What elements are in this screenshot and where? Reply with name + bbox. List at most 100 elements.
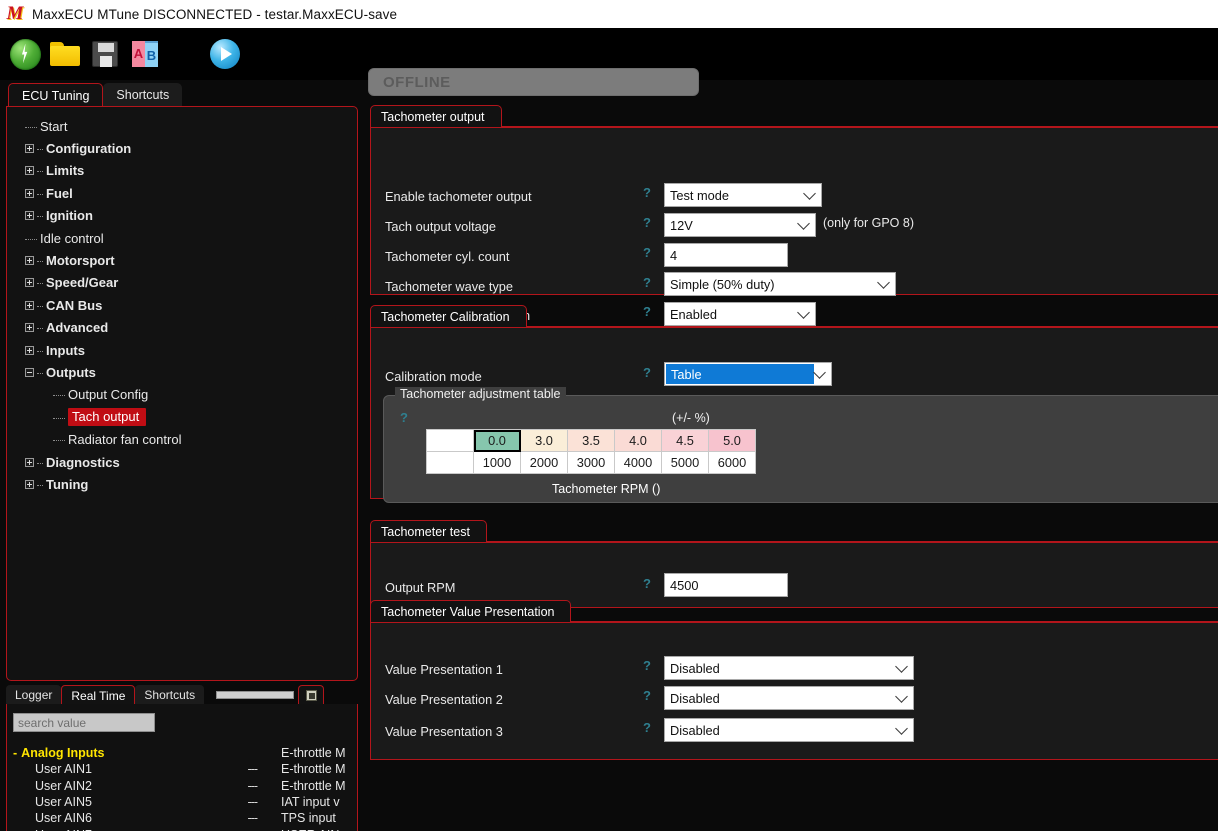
log-row[interactable]: User AIN6 --- (13, 810, 273, 826)
log-row-right[interactable]: IAT input v (281, 794, 357, 810)
real-time-value-list-right: E-throttle M E-throttle M E-throttle M IAT … (281, 745, 357, 831)
table-value-cell[interactable]: 3.0 (520, 429, 568, 452)
help-icon-tachometer-cyl-count[interactable]: ? (643, 245, 651, 260)
table-value-cell[interactable]: 0.0 (473, 429, 521, 452)
table-value-cell[interactable]: 4.0 (614, 429, 662, 452)
dock-tab-logger[interactable]: Logger (6, 685, 62, 705)
table-unit-label: (+/- %) (672, 411, 710, 425)
tree-item-speed-gear[interactable]: Speed/Gear (7, 272, 357, 294)
group-collapse-icon[interactable]: - (13, 746, 17, 760)
tree-connector (25, 238, 37, 240)
help-icon-tach-output-voltage[interactable]: ? (643, 215, 651, 230)
tree-item-inputs[interactable]: Inputs (7, 339, 357, 361)
tab-ecu-tuning[interactable]: ECU Tuning (8, 83, 104, 107)
input-output-rpm[interactable]: 4500 (664, 573, 788, 597)
table-value-cell[interactable]: 4.5 (661, 429, 709, 452)
help-icon-value-presentation-1[interactable]: ? (643, 658, 651, 673)
tree-expand-icon[interactable] (25, 211, 34, 221)
help-icon-tachometer-wave-type[interactable]: ? (643, 275, 651, 290)
tree-expand-icon[interactable] (25, 256, 34, 266)
field-label-tachometer-cyl-count: Tachometer cyl. count (385, 248, 510, 264)
save-file-button[interactable] (88, 37, 122, 71)
connect-ecu-button[interactable] (8, 37, 42, 71)
ab-compare-icon: A B (132, 41, 158, 67)
dock-tab-shortcuts[interactable]: Shortcuts (135, 685, 205, 705)
dock-slider[interactable] (216, 691, 295, 699)
log-row-right[interactable]: E-throttle M (281, 778, 357, 794)
table-rpm-cell[interactable]: 6000 (708, 451, 756, 474)
compare-button[interactable]: A B (128, 37, 162, 71)
tree-item-limits[interactable]: Limits (7, 160, 357, 182)
log-row-right[interactable]: TPS input (281, 810, 357, 826)
log-row-right[interactable]: E-throttle M (281, 761, 357, 777)
help-icon-enable-tachometer-output[interactable]: ? (643, 185, 651, 200)
maxxecu-m-logo-icon: M (6, 3, 24, 24)
tree-item-tuning[interactable]: Tuning (7, 473, 357, 495)
log-group-header[interactable]: - Analog Inputs (13, 745, 273, 761)
table-rpm-cell[interactable]: 3000 (567, 451, 615, 474)
tab-shortcuts[interactable]: Shortcuts (103, 83, 183, 107)
tree-expand-icon[interactable] (25, 144, 34, 154)
input-tachometer-cyl-count[interactable]: 4 (664, 243, 788, 267)
log-row-right[interactable]: USER AIN (281, 826, 357, 831)
tree-item-configuration[interactable]: Configuration (7, 137, 357, 159)
help-icon-adjustment-table[interactable]: ? (400, 410, 408, 425)
table-rpm-cell[interactable]: 1000 (473, 451, 521, 474)
dropdown-tachometer-wave-type[interactable]: Simple (50% duty) (664, 272, 896, 296)
tree-expand-icon[interactable] (25, 300, 34, 310)
log-row[interactable]: User AIN1 --- (13, 761, 273, 777)
dropdown-value-calibration-mode: Table (666, 364, 814, 384)
tree-expand-icon[interactable] (25, 345, 34, 355)
tree-item-idle-control[interactable]: Idle control (7, 227, 357, 249)
dropdown-calibration-mode[interactable]: Table (664, 362, 832, 386)
dock-tab-panel-icon[interactable] (298, 685, 325, 705)
tree-item-tach-output[interactable]: Tach output (7, 406, 357, 428)
tree-item-can-bus[interactable]: CAN Bus (7, 294, 357, 316)
help-icon-value-presentation-2[interactable]: ? (643, 688, 651, 703)
search-input[interactable] (13, 713, 155, 732)
tree-item-diagnostics[interactable]: Diagnostics (7, 451, 357, 473)
dropdown-enable-tachometer-output[interactable]: Test mode (664, 183, 822, 207)
table-value-cell[interactable]: 5.0 (708, 429, 756, 452)
tree-expand-icon[interactable] (25, 323, 34, 333)
tree-expand-icon[interactable] (25, 278, 34, 288)
tree-item-ignition[interactable]: Ignition (7, 205, 357, 227)
panel-body-tachometer-test: Output RPM ? 4500 (370, 541, 1218, 608)
tree-item-outputs[interactable]: Outputs (7, 361, 357, 383)
tree-item-label: Tuning (46, 476, 89, 492)
dock-tab-real-time[interactable]: Real Time (61, 685, 136, 705)
start-logging-button[interactable] (208, 37, 242, 71)
dropdown-value-presentation-2[interactable]: Disabled (664, 686, 914, 710)
tree-expand-icon[interactable] (25, 457, 34, 467)
tree-item-fuel[interactable]: Fuel (7, 182, 357, 204)
tree-expand-icon[interactable] (25, 479, 34, 489)
open-file-button[interactable] (48, 37, 82, 71)
log-row[interactable]: User AIN5 --- (13, 794, 273, 810)
tree-item-start[interactable]: Start (7, 115, 357, 137)
tree-connector (37, 149, 43, 151)
connection-status-text: OFFLINE (383, 73, 451, 91)
tree-collapse-icon[interactable] (25, 367, 34, 377)
tree-item-motorsport[interactable]: Motorsport (7, 249, 357, 271)
tree-item-output-config[interactable]: Output Config (7, 384, 357, 406)
tachometer-adjustment-table[interactable]: 0.0 3.0 3.5 4.0 4.5 5.0 1000 2000 3000 4000 5000 6… (426, 429, 756, 474)
dropdown-tach-output-voltage[interactable]: 12V (664, 213, 816, 237)
help-icon-calibration-mode[interactable]: ? (643, 365, 651, 380)
log-row[interactable]: User AIN7 --- (13, 826, 273, 831)
table-rpm-cell[interactable]: 5000 (661, 451, 709, 474)
tree-item-label: Diagnostics (46, 454, 120, 470)
dropdown-value-presentation-1[interactable]: Disabled (664, 656, 914, 680)
dropdown-value-presentation-3[interactable]: Disabled (664, 718, 914, 742)
table-rpm-cell[interactable]: 4000 (614, 451, 662, 474)
tree-expand-icon[interactable] (25, 188, 34, 198)
help-icon-value-presentation-3[interactable]: ? (643, 720, 651, 735)
field-label-value-presentation-1: Value Presentation 1 (385, 661, 503, 677)
tree-item-radiator-fan-control[interactable]: Radiator fan control (7, 428, 357, 450)
log-row-right[interactable]: E-throttle M (281, 745, 357, 761)
tree-item-advanced[interactable]: Advanced (7, 317, 357, 339)
table-rpm-cell[interactable]: 2000 (520, 451, 568, 474)
help-icon-output-rpm[interactable]: ? (643, 576, 651, 591)
tree-expand-icon[interactable] (25, 166, 34, 176)
log-row[interactable]: User AIN2 --- (13, 778, 273, 794)
table-value-cell[interactable]: 3.5 (567, 429, 615, 452)
